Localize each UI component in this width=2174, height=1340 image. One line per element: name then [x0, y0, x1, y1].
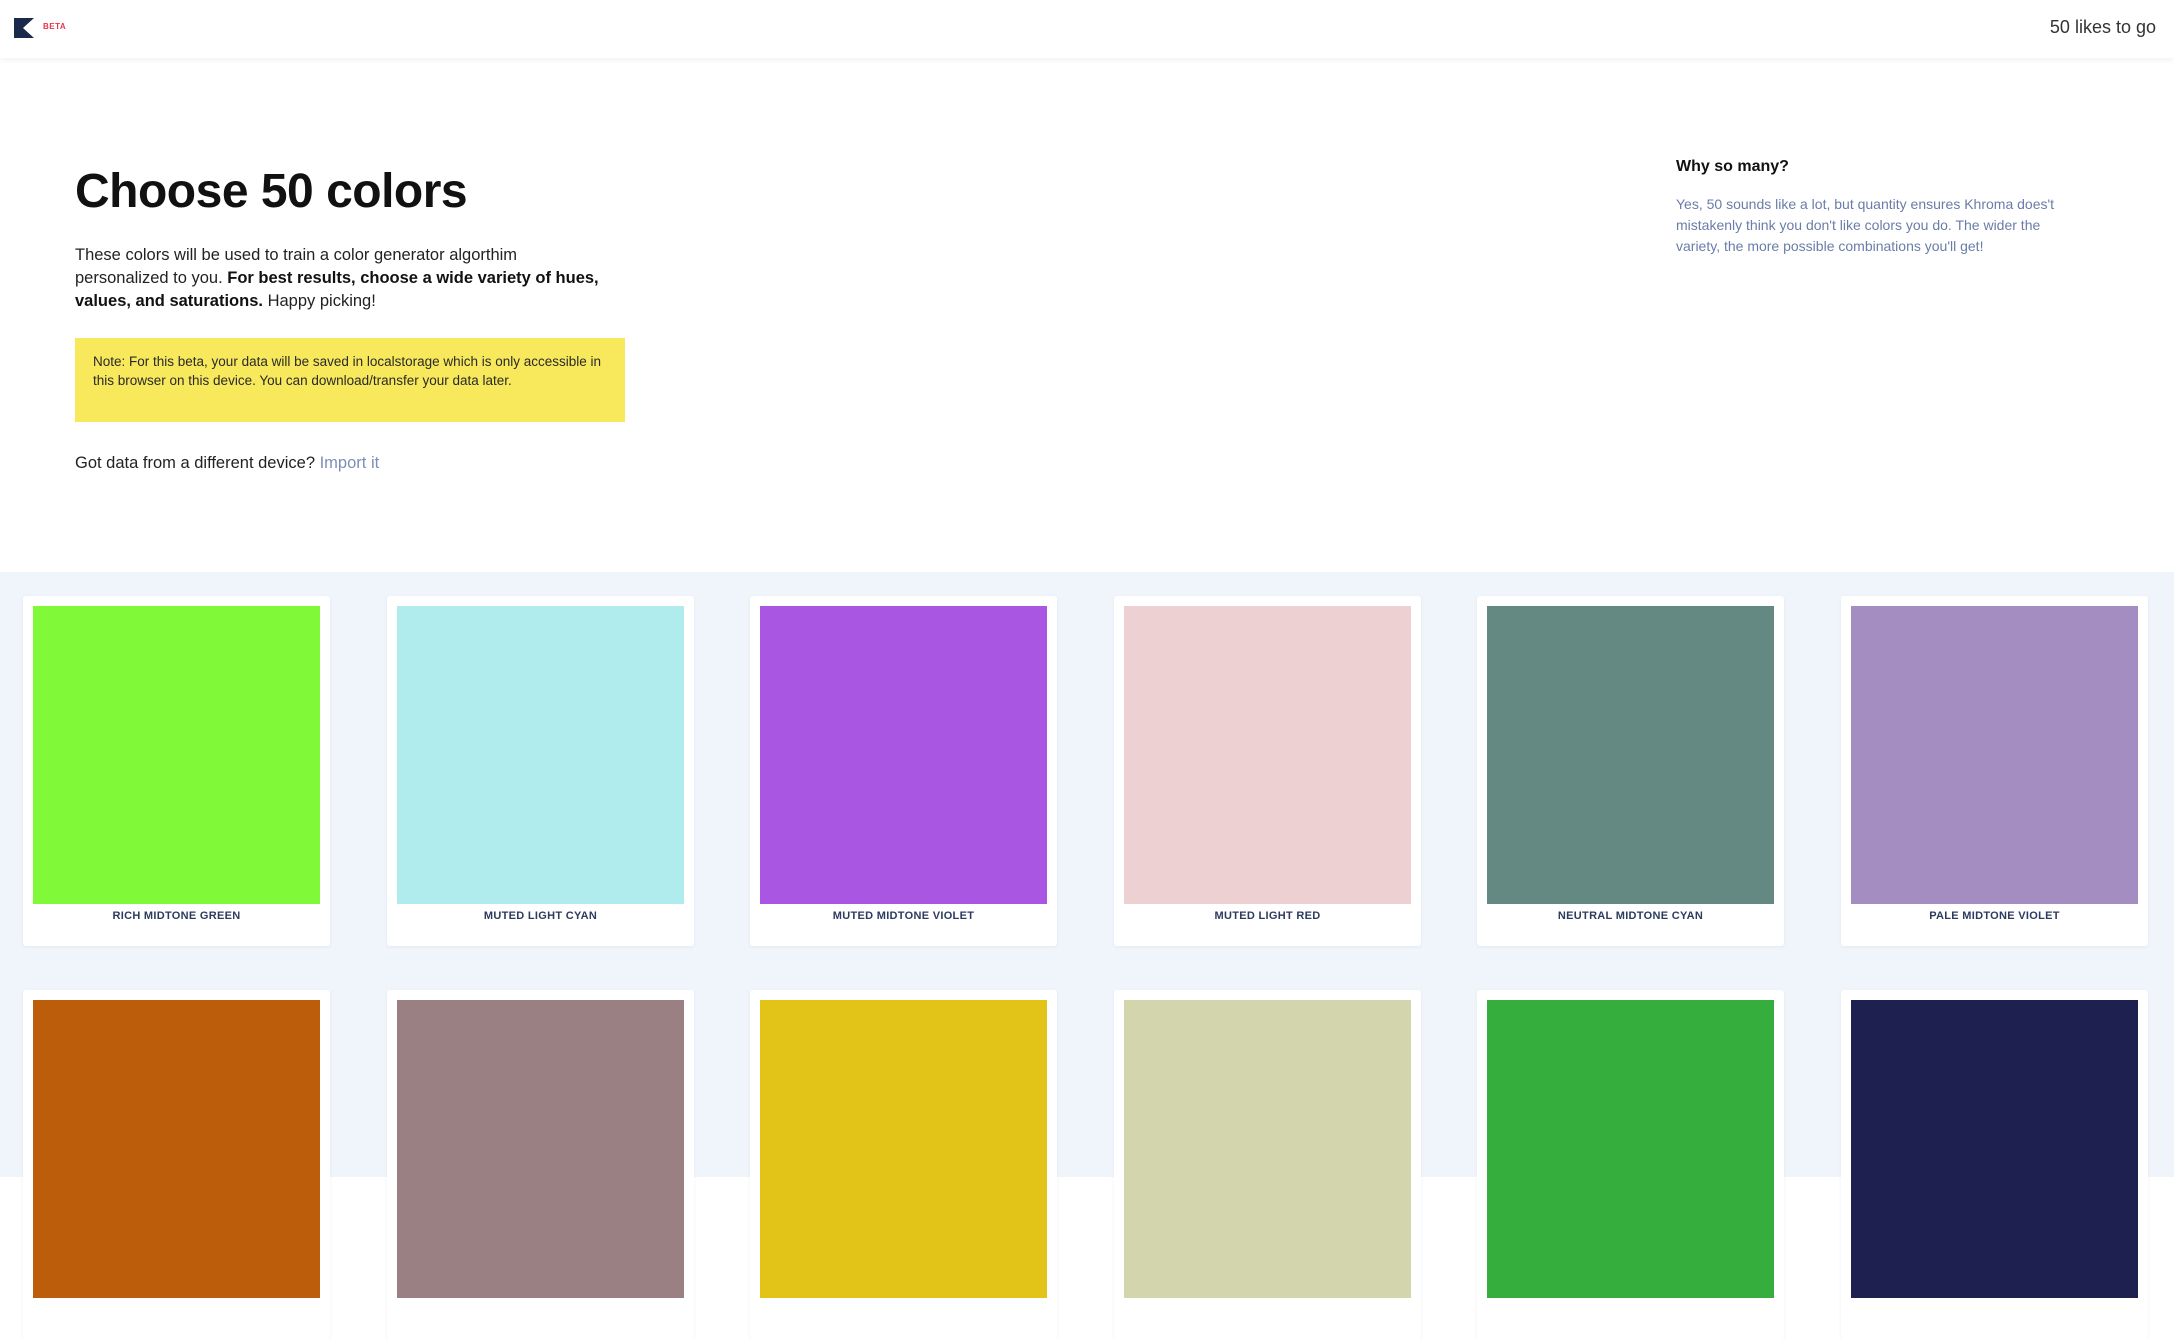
- top-bar: BETA 50 likes to go: [0, 0, 2174, 58]
- color-card[interactable]: [750, 990, 1057, 1340]
- color-swatch[interactable]: [1487, 1000, 1774, 1298]
- color-swatch[interactable]: [1851, 606, 2138, 904]
- intro-description: These colors will be used to train a col…: [75, 244, 615, 313]
- color-card[interactable]: MUTED LIGHT RED: [1114, 596, 1421, 946]
- color-name: MUTED MIDTONE VIOLET: [832, 910, 975, 922]
- color-name: MUTED LIGHT CYAN: [483, 910, 598, 922]
- color-swatch[interactable]: [760, 606, 1047, 904]
- color-swatch[interactable]: [1124, 1000, 1411, 1298]
- color-name: PALE MIDTONE VIOLET: [1929, 910, 2060, 922]
- intro-section: Choose 50 colors These colors will be us…: [75, 162, 635, 313]
- color-card[interactable]: NEUTRAL MIDTONE CYAN: [1477, 596, 1784, 946]
- color-name: NEUTRAL MIDTONE CYAN: [1557, 910, 1704, 922]
- why-title: Why so many?: [1676, 158, 1789, 175]
- color-swatch[interactable]: [1851, 1000, 2138, 1298]
- color-name: MUTED LIGHT RED: [1214, 910, 1321, 922]
- color-swatch[interactable]: [1487, 606, 1774, 904]
- khroma-logo-icon[interactable]: [14, 18, 34, 38]
- color-swatch[interactable]: [397, 606, 684, 904]
- color-card[interactable]: MUTED LIGHT CYAN: [387, 596, 694, 946]
- color-swatch[interactable]: [760, 1000, 1047, 1298]
- color-swatch[interactable]: [397, 1000, 684, 1298]
- intro-description-closing: Happy picking!: [262, 292, 376, 310]
- color-card[interactable]: RICH MIDTONE GREEN: [23, 596, 330, 946]
- import-prompt-text: Got data from a different device?: [75, 454, 320, 472]
- color-card[interactable]: [1114, 990, 1421, 1340]
- color-grid: RICH MIDTONE GREEN MUTED LIGHT CYAN MUTE…: [0, 572, 2174, 1340]
- beta-storage-note: Note: For this beta, your data will be s…: [75, 338, 625, 422]
- page-title: Choose 50 colors: [75, 165, 468, 218]
- why-body: Yes, 50 sounds like a lot, but quantity …: [1676, 196, 2055, 254]
- beta-badge: BETA: [43, 22, 67, 31]
- color-swatch[interactable]: [33, 1000, 320, 1298]
- import-prompt: Got data from a different device? Import…: [75, 454, 379, 473]
- color-card[interactable]: MUTED MIDTONE VIOLET: [750, 596, 1057, 946]
- color-card[interactable]: [1477, 990, 1784, 1340]
- color-swatch[interactable]: [1124, 606, 1411, 904]
- likes-remaining-counter: 50 likes to go: [2049, 17, 2156, 37]
- color-swatch[interactable]: [33, 606, 320, 904]
- import-link[interactable]: Import it: [320, 454, 380, 472]
- why-so-many-panel: Why so many? Yes, 50 sounds like a lot, …: [1676, 158, 2086, 257]
- color-name: RICH MIDTONE GREEN: [112, 910, 241, 922]
- color-card[interactable]: [1841, 990, 2148, 1340]
- color-card[interactable]: PALE MIDTONE VIOLET: [1841, 596, 2148, 946]
- color-card[interactable]: [23, 990, 330, 1340]
- color-card[interactable]: [387, 990, 694, 1340]
